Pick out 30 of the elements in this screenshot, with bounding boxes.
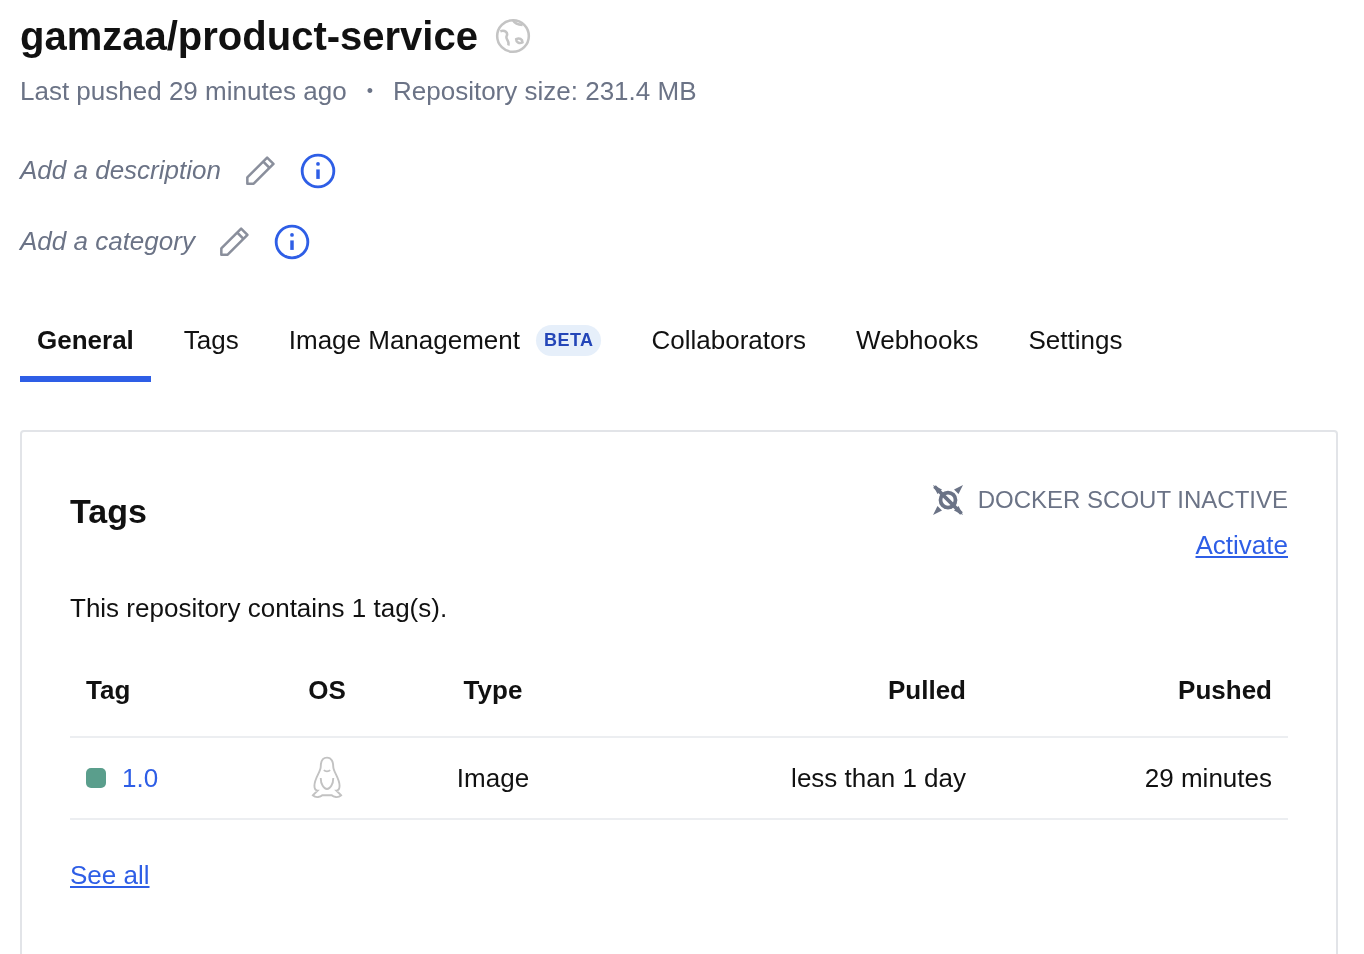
tab[interactable]: General: [20, 313, 151, 382]
globe-icon: [493, 17, 532, 55]
repository-size-text: Repository size: 231.4 MB: [393, 75, 697, 108]
beta-badge: BETA: [536, 325, 602, 356]
column-header: Pulled: [887, 673, 966, 707]
info-icon[interactable]: [298, 151, 337, 190]
activate-link[interactable]: Activate: [1195, 526, 1288, 565]
add-field-link[interactable]: Add a description: [20, 151, 221, 190]
separator-dot: •: [366, 80, 373, 103]
tab[interactable]: Image Management BETA: [271, 313, 619, 382]
pulled-cell-text: less than 1 day: [790, 761, 966, 795]
type-cell-text: Image: [455, 761, 531, 795]
repository-title: gamzaa/product-service: [20, 13, 478, 60]
column-header: Tag: [86, 673, 132, 707]
tab[interactable]: Settings: [1011, 313, 1140, 382]
card-title: Tags: [70, 491, 147, 532]
scout-status-text: DOCKER SCOUT INACTIVE: [977, 485, 1288, 515]
last-pushed-text: Last pushed 29 minutes ago: [20, 75, 347, 108]
column-header: OS: [307, 673, 347, 707]
column-header: Type: [462, 673, 524, 707]
tag-link[interactable]: 1.0: [122, 758, 159, 798]
pushed-cell-text: 29 minutes: [1143, 761, 1272, 795]
column-header: Pushed: [1177, 673, 1272, 707]
tab[interactable]: Tags: [166, 313, 256, 382]
see-all-link[interactable]: See all: [70, 856, 150, 895]
info-icon[interactable]: [272, 222, 311, 261]
add-field-link[interactable]: Add a category: [20, 222, 195, 261]
tab[interactable]: Webhooks: [839, 313, 996, 382]
tag-count-text: This repository contains 1 tag(s).: [70, 592, 449, 625]
tab[interactable]: Collaborators: [634, 313, 824, 382]
